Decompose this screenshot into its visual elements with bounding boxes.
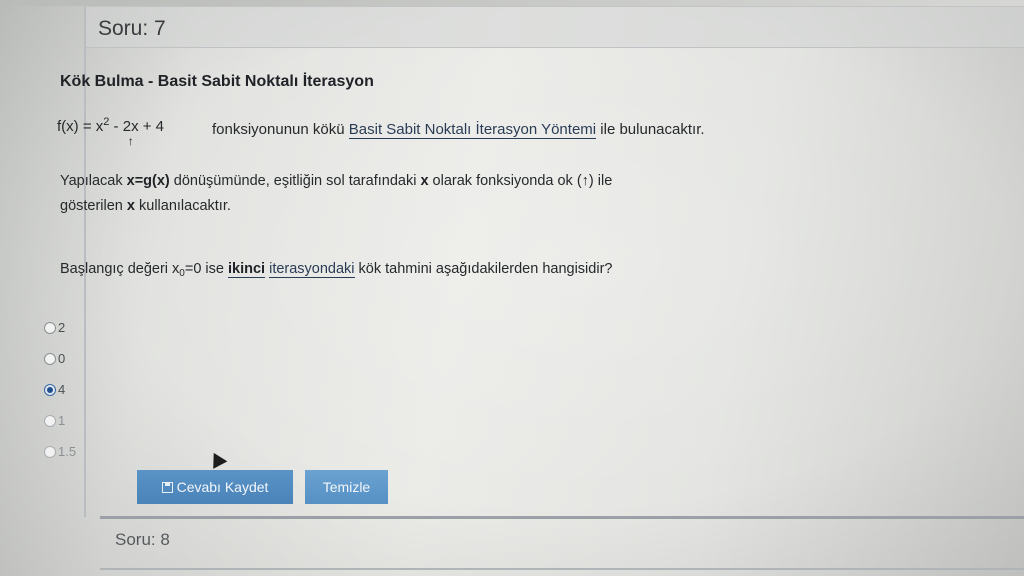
line1-text-a: fonksiyonunun kökü xyxy=(212,121,349,138)
save-answer-button[interactable]: Cevabı Kaydet xyxy=(137,470,293,504)
formula-marked-text: 2x xyxy=(122,118,139,135)
p1-text-a: Yapılacak xyxy=(60,173,127,189)
radio-option-3[interactable] xyxy=(44,383,56,396)
p3-ikinci-link[interactable]: ikinci xyxy=(227,261,266,278)
bottom-divider xyxy=(100,568,1024,570)
p3-text-f: kök tahmini aşağıdakilerden hangisidir? xyxy=(354,261,613,277)
option-3-label: 4 xyxy=(58,382,66,397)
option-4-label: 1 xyxy=(58,413,66,428)
p3-text-a: Başlangıç değeri x xyxy=(60,261,180,277)
option-2[interactable]: 0 xyxy=(44,343,76,374)
p2-bold-x: x xyxy=(126,198,135,214)
question-header: Soru: 7 xyxy=(86,7,1024,48)
clear-label: Temizle xyxy=(322,479,371,495)
option-1-label: 2 xyxy=(58,320,66,335)
answer-options: 2 0 4 1 1.5 xyxy=(44,312,76,467)
next-question-number: Soru: 8 xyxy=(115,530,170,549)
p3-text-b: =0 ise xyxy=(184,261,228,277)
p1-bold-x: x xyxy=(420,173,429,189)
question-heading: Kök Bulma - Basit Sabit Noktalı İterasyo… xyxy=(60,73,374,90)
option-5-label: 1.5 xyxy=(58,444,77,459)
option-2-label: 0 xyxy=(58,351,66,366)
method-link[interactable]: Basit Sabit Noktalı İterasyon Yöntemi xyxy=(348,121,597,139)
p1-text-c: dönüşümünde, eşitliğin sol tarafındaki xyxy=(169,173,421,189)
formula-suffix: + 4 xyxy=(138,118,165,135)
radio-option-4[interactable] xyxy=(44,414,56,427)
question-paragraph-1: Yapılacak x=g(x) dönüşümünde, eşitliğin … xyxy=(60,168,612,194)
p2-text-c: kullanılacaktır. xyxy=(134,198,231,214)
up-arrow-icon: ↑ xyxy=(127,134,134,148)
radio-option-2[interactable] xyxy=(44,352,56,365)
option-3[interactable]: 4 xyxy=(44,374,76,405)
p1-text-f: ) ile xyxy=(588,173,613,189)
inline-up-arrow-icon: ↑ xyxy=(581,173,589,189)
formula-marked-term: 2x ↑ xyxy=(122,118,139,147)
question-divider xyxy=(100,516,1024,519)
question-line-1: fonksiyonunun kökü Basit Sabit Noktalı İ… xyxy=(212,121,705,139)
save-icon xyxy=(161,481,173,493)
question-paragraph-3: Başlangıç değeri x0=0 ise ikinci iterasy… xyxy=(60,256,612,287)
save-answer-label: Cevabı Kaydet xyxy=(176,479,269,495)
formula-minus: - xyxy=(109,118,123,135)
option-4[interactable]: 1 xyxy=(44,405,76,436)
p1-text-e: olarak fonksiyonda ok ( xyxy=(428,173,582,189)
line1-text-b: ile bulunacaktır. xyxy=(596,121,705,138)
option-5[interactable]: 1.5 xyxy=(44,436,76,467)
option-1[interactable]: 2 xyxy=(44,312,76,343)
radio-option-1[interactable] xyxy=(44,321,56,334)
function-formula: f(x) = x2 - 2x ↑ + 4 xyxy=(57,116,165,147)
question-number: Soru: 7 xyxy=(98,17,166,40)
p2-text-a: gösterilen xyxy=(60,198,127,214)
radio-option-5[interactable] xyxy=(44,445,56,458)
question-paragraph-2: gösterilen x kullanılacaktır. xyxy=(60,193,231,219)
p3-iterasyon-link[interactable]: iterasyondaki xyxy=(269,261,355,278)
formula-prefix: f(x) = x xyxy=(57,118,104,135)
clear-button[interactable]: Temizle xyxy=(305,470,388,504)
p1-bold-equation: x=g(x) xyxy=(126,173,170,189)
